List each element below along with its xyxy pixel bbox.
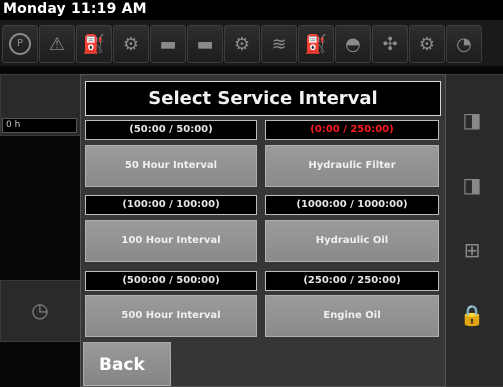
engine-icon[interactable]: ⚙	[113, 25, 149, 63]
transmission-icon[interactable]: ⚙	[224, 25, 260, 63]
interval-100-button[interactable]: 100 Hour Interval	[85, 220, 257, 262]
gauge-right-icon: ◨	[462, 108, 482, 132]
interval-50-button[interactable]: 50 Hour Interval	[85, 145, 257, 187]
hydraulic-filter-button[interactable]: Hydraulic Filter	[265, 145, 439, 187]
engine-oil-button[interactable]: Engine Oil	[265, 295, 439, 337]
timer-icon: ◷	[31, 298, 49, 322]
interval-50-value: (50:00 / 50:00)	[85, 120, 257, 140]
service-interval-dialog: Select Service Interval (50:00 / 50:00) …	[80, 74, 446, 387]
hydraulic-filter-icon[interactable]: ⛽	[76, 25, 112, 63]
day-label: Monday	[3, 1, 66, 17]
back-button[interactable]: Back	[83, 342, 171, 386]
hydraulic-oil-value: (1000:00 / 1000:00)	[265, 195, 439, 215]
glow-plug-icon[interactable]: ≋	[261, 25, 297, 63]
interval-100-value: (100:00 / 100:00)	[85, 195, 257, 215]
lock-icon: 🔒	[459, 303, 485, 327]
hydraulic-oil-button[interactable]: Hydraulic Oil	[265, 220, 439, 262]
background-left-value: 0 h	[2, 118, 77, 133]
hydraulic-filter-value: (0:00 / 250:00)	[265, 120, 439, 140]
interval-500-button[interactable]: 500 Hour Interval	[85, 295, 257, 337]
fan-icon[interactable]: ✣	[372, 25, 408, 63]
battery-alt-icon[interactable]: ▬	[187, 25, 223, 63]
parking-brake-icon[interactable]: P	[2, 25, 38, 63]
fuel-icon[interactable]: ⛽	[298, 25, 334, 63]
gauge-right-icon-2: ◨	[462, 173, 482, 197]
network-icon: ⊞	[463, 238, 481, 262]
gauge-icon[interactable]: ◔	[446, 25, 482, 63]
warning-icon[interactable]: ⚠	[39, 25, 75, 63]
time-label: 11:19 AM	[70, 1, 147, 17]
settings-icon[interactable]: ⚙	[409, 25, 445, 63]
interval-500-value: (500:00 / 500:00)	[85, 271, 257, 291]
dialog-title: Select Service Interval	[85, 81, 441, 116]
engine-oil-value: (250:00 / 250:00)	[265, 271, 439, 291]
icon-toolbar: P ⚠ ⛽ ⚙ ▬ ▬ ⚙ ≋ ⛽ ◓ ✣ ⚙ ◔	[0, 20, 503, 66]
battery-icon[interactable]: ▬	[150, 25, 186, 63]
datetime: Monday 11:19 AM	[3, 0, 147, 18]
engine-oil-icon[interactable]: ◓	[335, 25, 371, 63]
status-bar: Monday 11:19 AM	[0, 0, 503, 20]
